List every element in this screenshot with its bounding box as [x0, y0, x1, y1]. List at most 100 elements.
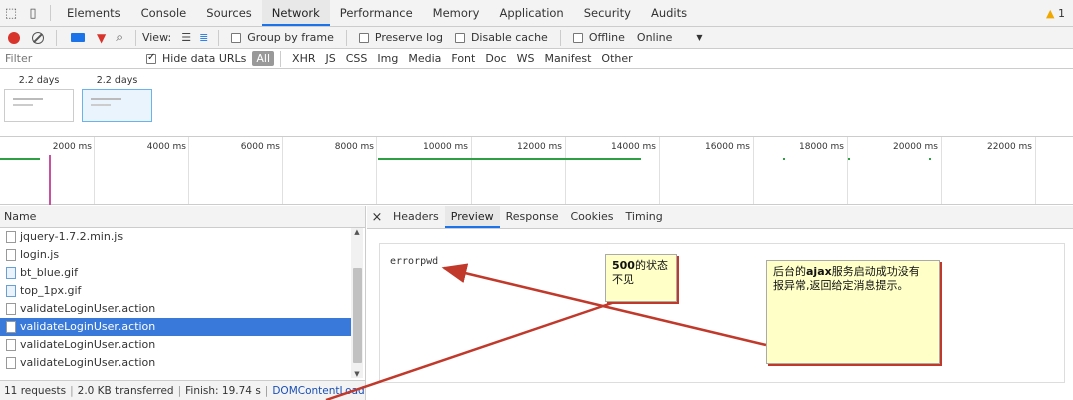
- offline-checkbox[interactable]: Offline: [572, 31, 625, 44]
- divider: [134, 29, 136, 46]
- tab-audits[interactable]: Audits: [641, 0, 697, 26]
- image-file-icon: [6, 267, 16, 279]
- vertical-scrollbar[interactable]: ▲ ▼: [351, 228, 363, 378]
- name-column-header[interactable]: Name: [0, 206, 365, 228]
- device-toggle-icon[interactable]: ▯: [22, 0, 44, 26]
- checkbox-box-checked[interactable]: [146, 52, 156, 64]
- tab-preview[interactable]: Preview: [444, 206, 500, 228]
- request-bar: [848, 158, 850, 160]
- note-text: 报异常,返回给定消息提示。: [773, 279, 909, 292]
- divider: [56, 29, 57, 46]
- filmstrip-frame[interactable]: 2.2 days: [4, 75, 74, 122]
- tab-memory[interactable]: Memory: [423, 0, 490, 26]
- tick-label: 10000 ms: [423, 142, 468, 152]
- search-icon[interactable]: ⌕: [116, 30, 123, 45]
- clear-button[interactable]: [32, 31, 44, 44]
- tab-application[interactable]: Application: [489, 0, 573, 26]
- inspect-icon[interactable]: ⬚: [0, 0, 22, 26]
- type-filter-xhr[interactable]: XHR: [287, 52, 320, 65]
- list-item-selected[interactable]: validateLoginUser.action: [0, 318, 351, 336]
- hide-data-urls-label: Hide data URLs: [162, 52, 247, 65]
- type-filter-font[interactable]: Font: [446, 52, 480, 65]
- frame-thumbnail[interactable]: [82, 89, 152, 122]
- preview-content: errorpwd: [379, 243, 1065, 383]
- tab-network[interactable]: Network: [261, 0, 330, 26]
- divider: [50, 5, 51, 21]
- dom-content-loaded: DOMContentLoaded: 1.06...: [272, 385, 365, 397]
- load-event-marker: [49, 155, 51, 205]
- frame-thumbnail[interactable]: [4, 89, 74, 122]
- divider: [218, 29, 220, 46]
- close-icon[interactable]: ×: [367, 210, 387, 225]
- frame-time: 2.2 days: [18, 75, 60, 86]
- type-filter-ws[interactable]: WS: [512, 52, 540, 65]
- disable-cache-checkbox[interactable]: Disable cache: [454, 31, 548, 44]
- throttling-select[interactable]: Online: [637, 31, 672, 44]
- tab-console[interactable]: Console: [131, 0, 197, 26]
- type-filter-other[interactable]: Other: [596, 52, 637, 65]
- tick-label: 14000 ms: [611, 142, 656, 152]
- record-button[interactable]: [8, 31, 20, 44]
- tab-cookies[interactable]: Cookies: [564, 206, 619, 228]
- group-by-frame-label: Group by frame: [247, 31, 334, 44]
- list-item[interactable]: jquery-1.7.2.min.js: [0, 228, 351, 246]
- request-bar: [378, 158, 641, 160]
- large-rows-icon[interactable]: ☰: [181, 31, 191, 44]
- list-item[interactable]: validateLoginUser.action: [0, 300, 351, 318]
- scroll-down-icon[interactable]: ▼: [351, 370, 363, 378]
- scroll-up-icon[interactable]: ▲: [351, 228, 363, 238]
- request-bar: [0, 158, 40, 160]
- note-text: 服务启动成功没有: [831, 265, 920, 278]
- scrollbar-thumb[interactable]: [353, 268, 362, 363]
- tab-elements[interactable]: Elements: [57, 0, 131, 26]
- note-text: 不见: [612, 273, 634, 286]
- group-by-frame-checkbox[interactable]: Group by frame: [231, 31, 334, 44]
- list-item[interactable]: login.js: [0, 246, 351, 264]
- warnings-counter[interactable]: ▲ 1: [1046, 7, 1073, 20]
- tab-response[interactable]: Response: [500, 206, 565, 228]
- list-item[interactable]: bt_blue.gif: [0, 264, 351, 282]
- offline-label: Offline: [588, 31, 625, 44]
- type-filter-css[interactable]: CSS: [341, 52, 373, 65]
- tab-sources[interactable]: Sources: [196, 0, 262, 26]
- tick-label: 18000 ms: [799, 142, 844, 152]
- warning-count: 1: [1058, 6, 1065, 20]
- note-bold-text: ajax: [806, 265, 832, 278]
- checkbox-box[interactable]: [572, 32, 583, 43]
- timeline-overview[interactable]: 2000 ms 4000 ms 6000 ms 8000 ms 10000 ms…: [0, 137, 1073, 205]
- capture-screenshots-icon[interactable]: [71, 33, 85, 42]
- view-label: View:: [141, 31, 172, 44]
- tab-timing[interactable]: Timing: [620, 206, 669, 228]
- warning-icon: ▲: [1046, 6, 1055, 20]
- type-filter-js[interactable]: JS: [321, 52, 341, 65]
- checkbox-box[interactable]: [231, 32, 242, 43]
- file-icon: [6, 339, 16, 351]
- chevron-down-icon[interactable]: ▼: [696, 33, 702, 42]
- waterfall-icon[interactable]: ≣: [199, 31, 208, 44]
- filter-icon[interactable]: ▼: [97, 31, 106, 45]
- status-bar: 11 requests | 2.0 KB transferred | Finish: 1…: [0, 380, 365, 400]
- request-bar: [783, 158, 785, 160]
- hide-data-urls-checkbox[interactable]: Hide data URLs: [146, 52, 246, 65]
- filter-input[interactable]: [0, 48, 140, 69]
- list-item[interactable]: top_1px.gif: [0, 282, 351, 300]
- request-bar: [929, 158, 931, 160]
- type-filter-media[interactable]: Media: [403, 52, 446, 65]
- list-item[interactable]: validateLoginUser.action: [0, 336, 351, 354]
- type-filter-doc[interactable]: Doc: [480, 52, 511, 65]
- filmstrip-frame-selected[interactable]: 2.2 days: [82, 75, 152, 122]
- type-filter-manifest[interactable]: Manifest: [539, 52, 596, 65]
- tick-label: 16000 ms: [705, 142, 750, 152]
- tab-performance[interactable]: Performance: [330, 0, 423, 26]
- list-item[interactable]: validateLoginUser.action: [0, 354, 351, 372]
- checkbox-box[interactable]: [454, 32, 465, 43]
- type-filter-all[interactable]: All: [252, 51, 275, 66]
- screenshot-filmstrip: 2.2 days 2.2 days: [0, 69, 1073, 137]
- checkbox-box[interactable]: [358, 32, 369, 43]
- preserve-log-checkbox[interactable]: Preserve log: [358, 31, 443, 44]
- type-filter-img[interactable]: Img: [372, 52, 403, 65]
- preview-text: errorpwd: [390, 256, 439, 267]
- tab-security[interactable]: Security: [574, 0, 641, 26]
- image-file-icon: [6, 285, 16, 297]
- tab-headers[interactable]: Headers: [387, 206, 445, 228]
